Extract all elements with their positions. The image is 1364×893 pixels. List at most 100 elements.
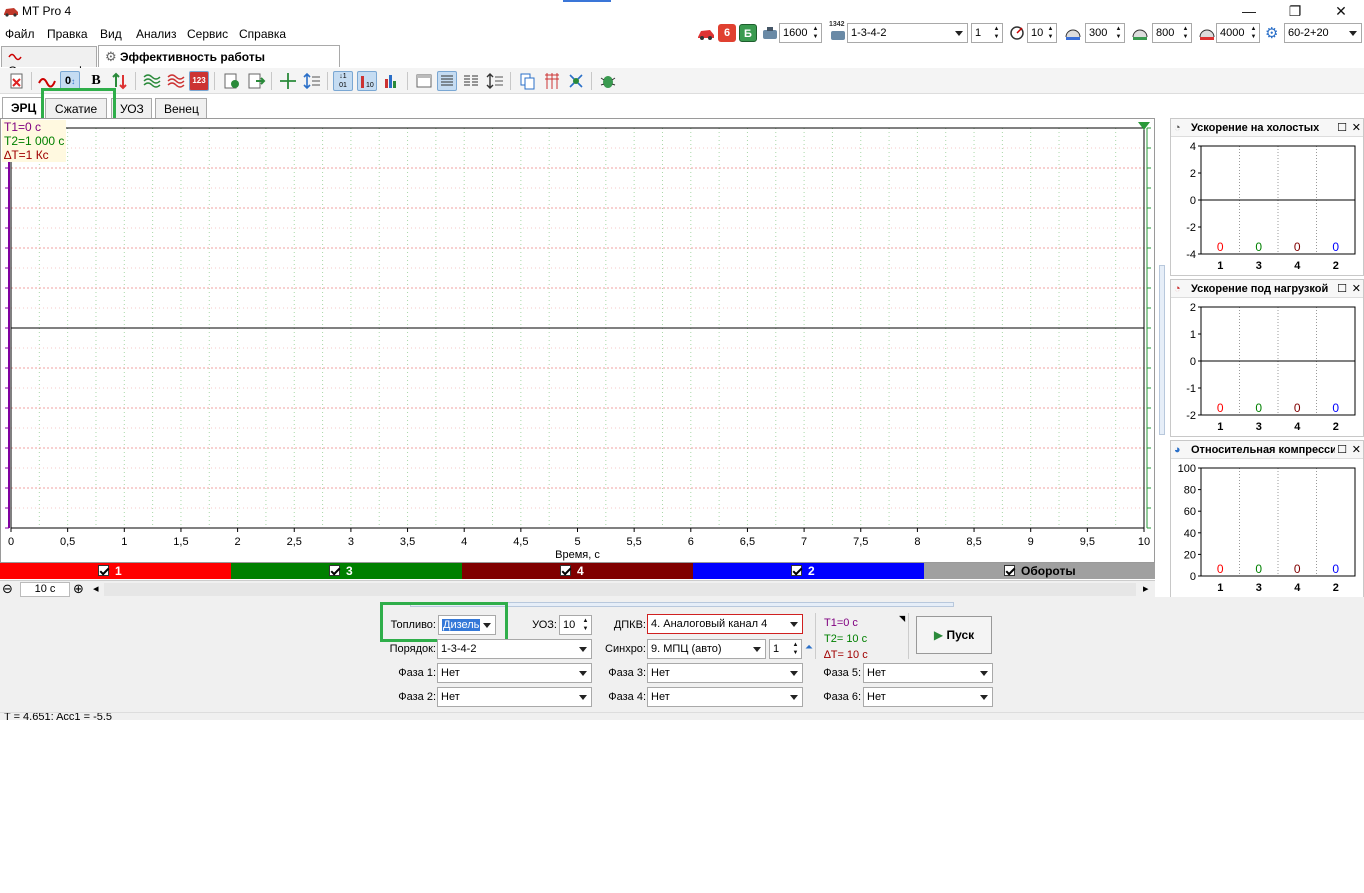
menu-view[interactable]: Вид: [100, 27, 122, 41]
phase1-select[interactable]: Нет: [437, 663, 592, 683]
menu-analysis[interactable]: Анализ: [136, 27, 177, 41]
bug-icon[interactable]: [598, 71, 618, 91]
panel-maximize-icon[interactable]: ☐: [1335, 280, 1349, 297]
toolbar: 0↕ B 123 ↓1 01 10: [0, 68, 1364, 94]
angle-stepper[interactable]: 10 ▲ ▼: [1027, 23, 1057, 43]
series-toggle-3[interactable]: 3: [231, 563, 462, 579]
panel-idle-accel-header: ◔ Ускорение на холостых ☐ ✕: [1171, 119, 1363, 137]
tab-crown[interactable]: Венец: [155, 98, 207, 118]
diesel-b-icon[interactable]: Б: [739, 24, 757, 42]
panel-close-icon[interactable]: ✕: [1351, 441, 1361, 458]
uoz-stepper[interactable]: 10 ▲ ▼: [559, 615, 592, 635]
firing-order-select[interactable]: 1-3-4-2: [847, 23, 968, 43]
menu-service[interactable]: Сервис: [187, 27, 228, 41]
series-checkbox-2[interactable]: [791, 565, 802, 576]
close-button[interactable]: ✕: [1318, 0, 1364, 22]
minimize-button[interactable]: —: [1226, 0, 1272, 22]
tab-cylinder-efficiency[interactable]: ⚙ Эффективность работы цилиндров: [98, 45, 340, 79]
rpm-stepper[interactable]: 1600 ▲ ▼: [779, 23, 822, 43]
car-logo-icon: [4, 8, 18, 17]
phase1-label: Фаза 1:: [398, 667, 436, 679]
panel-maximize-icon[interactable]: ☐: [1335, 441, 1349, 458]
columns-icon[interactable]: [461, 71, 481, 91]
order-select[interactable]: 1-3-4-2: [437, 639, 592, 659]
time-range-field[interactable]: 10 с: [20, 582, 70, 597]
start-button[interactable]: ▶ Пуск: [916, 616, 992, 654]
series-toggle-1[interactable]: 1: [0, 563, 231, 579]
car-red-icon[interactable]: [696, 24, 716, 42]
bottom-t1: T1=0 с: [824, 617, 858, 629]
analysis-subtabs: ЭРЦ Сжатие УОЗ Венец: [0, 88, 1160, 122]
phase6-select[interactable]: Нет: [863, 687, 993, 707]
horizontal-scrollbar[interactable]: [104, 583, 1136, 596]
panel-close-icon[interactable]: ✕: [1351, 119, 1361, 136]
scale-vertical-icon[interactable]: [302, 71, 322, 91]
zoom-in-icon[interactable]: ⊕: [73, 581, 84, 597]
scroll-left-icon[interactable]: ◂: [93, 582, 99, 595]
panel-ytick-label: -2: [1186, 410, 1196, 422]
move-cursor-icon[interactable]: [278, 71, 298, 91]
max-rpm-stepper[interactable]: 4000 ▲ ▼: [1216, 23, 1260, 43]
phase4-select[interactable]: Нет: [647, 687, 803, 707]
mid-rpm-stepper[interactable]: 800 ▲ ▼: [1152, 23, 1192, 43]
sync-stepper[interactable]: 1 ▲ ▼: [769, 639, 802, 659]
maximize-button[interactable]: ❐: [1272, 0, 1318, 22]
sort-az-button[interactable]: ↓1 01: [333, 71, 353, 91]
menu-edit[interactable]: Правка: [47, 27, 88, 41]
multi-wave-icon[interactable]: [142, 71, 162, 91]
copy-icon[interactable]: [518, 71, 538, 91]
series-toggle-rpm[interactable]: Обороты: [924, 563, 1155, 579]
series-label-1: 1: [115, 564, 122, 578]
trigger-wheel-select[interactable]: 60-2+20: [1284, 23, 1362, 43]
panel-ytick-label: 0: [1190, 571, 1196, 583]
menu-help[interactable]: Справка: [239, 27, 286, 41]
panel-maximize-icon[interactable]: ☐: [1335, 119, 1349, 136]
scale-lines-icon[interactable]: [485, 71, 505, 91]
scroll-right-icon[interactable]: ▸: [1143, 582, 1149, 595]
grid-tool-icon[interactable]: [542, 71, 562, 91]
bar-chart-button[interactable]: 10: [357, 71, 377, 91]
numeric-display-button[interactable]: 123: [189, 71, 209, 91]
order-badge: 1342: [829, 21, 845, 28]
dpkv-select[interactable]: 4. Аналоговый канал 4: [647, 614, 803, 634]
cursor-t1: T1=0 с: [4, 120, 42, 134]
window-icon[interactable]: [414, 71, 434, 91]
tab-uoz[interactable]: УОЗ: [111, 98, 152, 118]
idle-rpm-stepper[interactable]: 300 ▲ ▼: [1085, 23, 1125, 43]
sync-select[interactable]: 9. МПЦ (авто): [647, 639, 766, 659]
import-icon[interactable]: [246, 71, 266, 91]
phase5-label: Фаза 5:: [823, 667, 861, 679]
multi-wave-red-icon[interactable]: [166, 71, 186, 91]
phase3-select[interactable]: Нет: [647, 663, 803, 683]
phase5-select[interactable]: Нет: [863, 663, 993, 683]
bar-chart-color-icon[interactable]: [382, 71, 402, 91]
series-checkbox-rpm[interactable]: [1004, 565, 1015, 576]
cylinders-6-icon[interactable]: 6: [718, 24, 736, 42]
main-xtick-label: 7,5: [853, 536, 868, 548]
status-text: T = 4.651; Acc1 = -5.5: [4, 712, 113, 720]
series-toggle-4[interactable]: 4: [462, 563, 693, 579]
tab-erc[interactable]: ЭРЦ: [2, 97, 42, 118]
lines-layout-button[interactable]: [437, 71, 457, 91]
panel-rel-compression-header: ◕ Относительная компрессия ☐ ✕: [1171, 441, 1363, 459]
main-xtick-label: 4,5: [513, 536, 528, 548]
main-chart[interactable]: 0 0,5 1 1,5 2 2,5 3 3,5 4 4,5 5 5,5 6 6,5 7 7,5 8 8,5 9 9,5…: [0, 118, 1155, 563]
series-toggle-2[interactable]: 2: [693, 563, 924, 579]
phase6-label: Фаза 6:: [823, 691, 861, 703]
chevron-up-icon[interactable]: ⏶: [805, 642, 813, 653]
cylinder-stepper[interactable]: 1 ▲ ▼: [971, 23, 1003, 43]
zoom-out-icon[interactable]: ⊖: [2, 581, 13, 597]
panel-close-icon[interactable]: ✕: [1351, 280, 1361, 297]
tab-oscilloscope[interactable]: Осциллограф: [1, 46, 97, 78]
delete-icon[interactable]: [7, 71, 27, 91]
export-icon[interactable]: [222, 71, 242, 91]
mid-rpm-value: 800: [1156, 27, 1175, 39]
menu-file[interactable]: Файл: [5, 27, 35, 41]
series-checkbox-3[interactable]: [329, 565, 340, 576]
series-checkbox-1[interactable]: [98, 565, 109, 576]
phase2-select[interactable]: Нет: [437, 687, 592, 707]
series-checkbox-4[interactable]: [560, 565, 571, 576]
cylinder-value: 1: [975, 27, 982, 39]
connect-icon[interactable]: [566, 71, 586, 91]
panel-splitter[interactable]: [1159, 265, 1165, 435]
